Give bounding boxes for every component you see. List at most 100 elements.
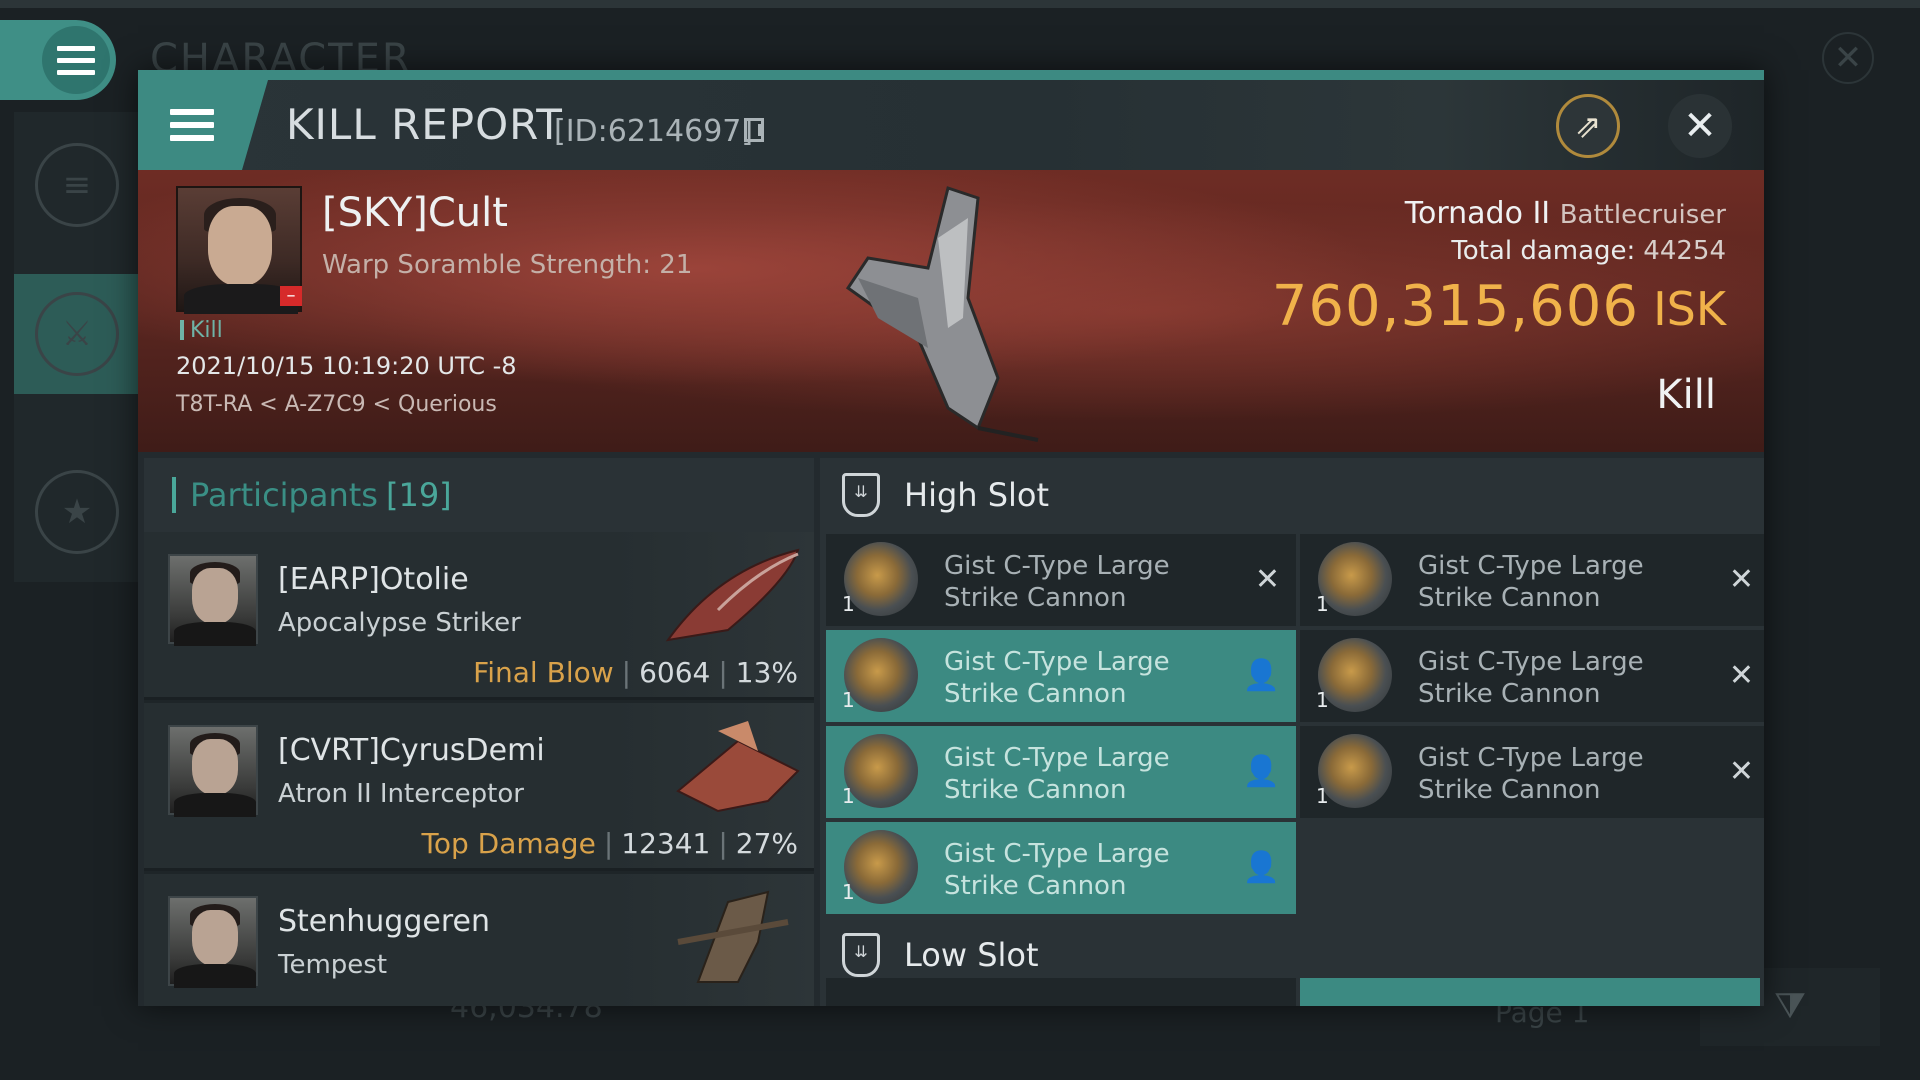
external-link-icon: ⇗	[1574, 107, 1602, 145]
kill-datetime: 2021/10/15 10:19:20 UTC -8	[176, 352, 517, 380]
participant-percent: 13%	[735, 656, 798, 689]
background-star-icon[interactable]: ★	[14, 452, 140, 572]
module-qty: 1	[842, 784, 855, 808]
participant-avatar	[168, 725, 258, 817]
cannon-icon	[1318, 734, 1392, 808]
modal-title: KILL REPORT	[286, 100, 563, 149]
background-close-icon[interactable]: ✕	[1822, 32, 1874, 84]
high-slot-icon: ⇊	[842, 473, 880, 517]
kill-banner: – [SKY]Cult Warp Soramble Strength: 21 K…	[138, 170, 1764, 452]
participants-label: Participants	[190, 476, 378, 514]
participant-name: [EARP]Otolie	[278, 562, 469, 597]
ship-name-text: Tornado II	[1404, 196, 1551, 231]
module-qty: 1	[842, 880, 855, 904]
participant-ship-image	[676, 721, 800, 813]
report-id: [ID:6214697]	[554, 114, 754, 149]
participants-header[interactable]: Participants [19]	[144, 458, 814, 532]
person-icon: 👤	[1242, 658, 1280, 693]
participant-damage: 6064	[639, 656, 711, 689]
participant-ship: Atron II Interceptor	[278, 779, 524, 809]
menu-icon	[57, 45, 95, 75]
menu-icon	[170, 109, 214, 141]
module-name: Gist C-Type Large Strike Cannon	[1418, 647, 1644, 709]
cannon-icon	[844, 734, 918, 808]
module-item[interactable]: 1 Gist C-Type Large Strike Cannon ✕	[1300, 534, 1764, 626]
module-name: Gist C-Type Large Strike Cannon	[944, 743, 1170, 805]
module-qty: 1	[842, 688, 855, 712]
participant-ship-image	[677, 890, 789, 983]
module-item[interactable]: 1 Gist C-Type Large Strike Cannon ✕	[1300, 726, 1764, 818]
fitting-panel: ⇊ High Slot 1 Gist C-Type Large Strike C…	[820, 458, 1764, 1006]
module-qty: 1	[1316, 784, 1329, 808]
cannon-icon	[844, 638, 918, 712]
module-item-partial[interactable]	[1300, 978, 1760, 1006]
isk-amount: 760,315,606	[1271, 274, 1640, 339]
background-top-bar	[0, 0, 1920, 8]
module-item[interactable]: 1 Gist C-Type Large Strike Cannon 👤	[826, 822, 1296, 914]
participants-panel: Participants [19] [EARP]Otolie Apocalyps…	[144, 458, 814, 1006]
victim-ship-name[interactable]: Tornado II Battlecruiser	[1405, 196, 1726, 231]
participant-row[interactable]: [CVRT]CyrusDemi Atron II Interceptor Top…	[144, 703, 814, 871]
module-name: Gist C-Type Large Strike Cannon	[944, 839, 1170, 901]
person-icon: 👤	[1242, 850, 1280, 885]
isk-unit: ISK	[1653, 282, 1726, 336]
high-slot-label: High Slot	[904, 476, 1050, 514]
close-icon: ✕	[1728, 562, 1754, 597]
close-icon: ✕	[1254, 562, 1280, 597]
participant-ship: Tempest	[278, 950, 388, 980]
module-item[interactable]: 1 Gist C-Type Large Strike Cannon 👤	[826, 630, 1296, 722]
close-icon: ✕	[1728, 658, 1754, 693]
participant-name: [CVRT]CyrusDemi	[278, 733, 545, 768]
background-menu-button[interactable]	[0, 20, 116, 100]
cannon-icon	[844, 542, 918, 616]
module-item-partial[interactable]	[826, 978, 1296, 1006]
total-damage-value: 44254	[1643, 236, 1726, 266]
background-sidebar: ≡ ⚔ ★	[14, 112, 140, 582]
victim-ship-image	[845, 186, 1039, 442]
module-name: Gist C-Type Large Strike Cannon	[1418, 743, 1644, 805]
total-damage-label: Total damage:	[1451, 236, 1636, 266]
total-damage: Total damage: 44254	[1451, 236, 1726, 266]
victim-name[interactable]: [SKY]Cult	[322, 190, 508, 236]
report-type: Kill	[1656, 372, 1716, 418]
participant-stats: Final Blow | 6064 | 13%	[473, 656, 798, 689]
low-slot-label: Low Slot	[904, 936, 1039, 974]
close-button[interactable]: ✕	[1668, 94, 1732, 158]
module-qty: 1	[842, 592, 855, 616]
close-icon: ✕	[1683, 103, 1717, 149]
participant-avatar	[168, 896, 258, 988]
low-slot-icon: ⇊	[842, 933, 880, 977]
cannon-icon	[844, 830, 918, 904]
participant-ship: Apocalypse Striker	[278, 608, 521, 638]
participant-tag: Top Damage	[421, 827, 596, 860]
copy-icon[interactable]	[744, 118, 764, 142]
background-list-icon[interactable]: ≡	[14, 140, 140, 230]
participant-avatar	[168, 554, 258, 646]
participant-tag: Final Blow	[473, 656, 614, 689]
module-item[interactable]: 1 Gist C-Type Large Strike Cannon 👤	[826, 726, 1296, 818]
high-slot-header: ⇊ High Slot	[820, 458, 1764, 532]
module-name: Gist C-Type Large Strike Cannon	[944, 551, 1170, 613]
modal-header: KILL REPORT [ID:6214697] ⇗ ✕	[138, 80, 1764, 170]
module-qty: 1	[1316, 592, 1329, 616]
module-item[interactable]: 1 Gist C-Type Large Strike Cannon ✕	[826, 534, 1296, 626]
participant-row[interactable]: Stenhuggeren Tempest	[144, 874, 814, 1006]
participant-ship-image	[665, 548, 800, 642]
participant-damage: 12341	[621, 827, 711, 860]
isk-value: 760,315,606 ISK	[1272, 274, 1726, 339]
victim-subtitle: Warp Soramble Strength: 21	[322, 250, 693, 280]
module-qty: 1	[1316, 688, 1329, 712]
ship-class-text: Battlecruiser	[1559, 200, 1726, 230]
background-combat-icon[interactable]: ⚔	[14, 274, 140, 394]
participant-row[interactable]: [EARP]Otolie Apocalypse Striker Final Bl…	[144, 532, 814, 700]
modal-menu-button[interactable]	[138, 80, 268, 170]
share-button[interactable]: ⇗	[1556, 94, 1620, 158]
hostile-badge: –	[280, 286, 302, 306]
kill-tag: Kill	[180, 318, 223, 343]
participant-stats: Top Damage | 12341 | 27%	[421, 827, 799, 860]
person-icon: 👤	[1242, 754, 1280, 789]
module-item[interactable]: 1 Gist C-Type Large Strike Cannon ✕	[1300, 630, 1764, 722]
cannon-icon	[1318, 542, 1392, 616]
kill-location[interactable]: T8T-RA < A-Z7C9 < Querious	[176, 392, 497, 417]
module-name: Gist C-Type Large Strike Cannon	[944, 647, 1170, 709]
